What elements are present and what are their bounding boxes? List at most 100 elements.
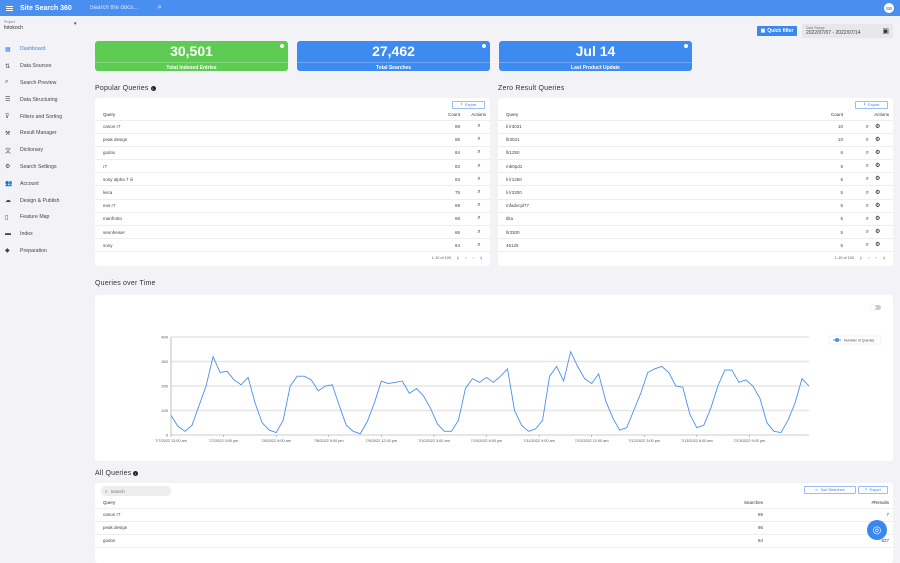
search-icon[interactable]: ⌕: [866, 242, 869, 248]
gear-icon[interactable]: ⚙: [875, 137, 880, 143]
gear-icon[interactable]: ⚙: [875, 190, 880, 196]
table-row[interactable]: canon r7 89 ⌕: [95, 120, 490, 134]
search-icon[interactable]: ⌕: [866, 124, 869, 130]
sidebar-item-index[interactable]: ▬ Index: [0, 226, 88, 243]
count-cell: 84: [420, 146, 460, 161]
first-page-icon[interactable]: |‹: [457, 256, 459, 260]
search-icon[interactable]: ⌕: [158, 4, 162, 12]
search-icon[interactable]: ⌕: [477, 229, 480, 235]
sidebar-item-feature-map[interactable]: ▯ Feature Map: [0, 209, 88, 226]
all-queries-search-input[interactable]: ⌕ Search: [101, 486, 171, 496]
table-row[interactable]: leica 75 ⌕: [95, 185, 490, 200]
search-icon[interactable]: ⌕: [477, 176, 480, 182]
gear-icon[interactable]: ⚙: [875, 242, 880, 248]
table-row[interactable]: llr3031 10 ⌕ ⚙: [498, 133, 893, 147]
last-page-icon[interactable]: ›|: [883, 256, 885, 260]
sidebar-item-search-preview[interactable]: ⌕ Search Preview: [0, 75, 88, 92]
project-select[interactable]: fotokoch: [4, 25, 23, 31]
query-cell: li lr3031: [498, 120, 783, 134]
search-icon[interactable]: ⌕: [477, 123, 480, 129]
table-row[interactable]: li lr3300 5 ⌕ ⚙: [498, 185, 893, 200]
sidebar-item-data-sources[interactable]: ⇅ Data Sources: [0, 58, 88, 75]
sidebar-item-search-settings[interactable]: ⚙ Search Settings: [0, 159, 88, 176]
table-row[interactable]: sennheiser 66 ⌕: [95, 225, 490, 240]
docs-search-input[interactable]: Search the docs...: [90, 5, 158, 11]
search-icon: ⌕: [5, 79, 9, 86]
quick-filter-button[interactable]: ▣ Quick filter: [757, 26, 797, 36]
table-row[interactable]: mfadvcpl77 5 ⌕ ⚙: [498, 199, 893, 213]
gear-icon[interactable]: ⚙: [875, 150, 880, 156]
export-button[interactable]: ⭳ Export: [858, 486, 888, 494]
table-row[interactable]: godox 84 ⌕: [95, 146, 490, 161]
sidebar-item-preparation[interactable]: ◆ Preparation: [0, 243, 88, 260]
table-row[interactable]: peak design 86 ⌕: [95, 133, 490, 147]
search-icon[interactable]: ⌕: [866, 216, 869, 222]
date-range-field[interactable]: Date Range 2022/07/07 - 2022/07/14 ▣: [802, 24, 893, 38]
table-row[interactable]: sony 64 ⌕: [95, 238, 490, 253]
menu-icon[interactable]: [6, 5, 13, 11]
count-cell: 66: [420, 225, 460, 240]
search-icon[interactable]: ⌕: [866, 137, 869, 143]
first-page-icon[interactable]: |‹: [860, 256, 862, 260]
table-row[interactable]: sony alpha 7 iii 83 ⌕: [95, 172, 490, 187]
search-icon[interactable]: ⌕: [477, 202, 480, 208]
gear-icon[interactable]: ⚙: [875, 229, 880, 235]
info-icon[interactable]: i: [150, 85, 156, 91]
export-button[interactable]: ⭳ Export: [855, 101, 888, 109]
info-icon[interactable]: i: [133, 470, 139, 476]
table-row[interactable]: li lr1250 6 ⌕ ⚙: [498, 172, 893, 187]
search-icon[interactable]: ⌕: [477, 215, 480, 221]
search-icon[interactable]: ⌕: [866, 176, 869, 182]
table-row[interactable]: peak design 86: [95, 521, 893, 535]
gear-icon[interactable]: ⚙: [875, 216, 880, 222]
gear-icon[interactable]: ⚙: [875, 203, 880, 209]
sidebar-item-dashboard[interactable]: ▦ Dashboard: [0, 41, 88, 58]
search-icon[interactable]: ⌕: [477, 149, 480, 155]
avatar[interactable]: SB: [884, 3, 894, 13]
export-button[interactable]: ⭳ Export: [452, 101, 485, 109]
sidebar-item-filters-and-sorting[interactable]: ⊽ Filters and Sorting: [0, 108, 88, 125]
chevron-down-icon[interactable]: ▾: [74, 21, 77, 27]
sidebar-item-dictionary[interactable]: 文 Dictionary: [0, 142, 88, 159]
sidebar-item-data-structuring[interactable]: ☰ Data Structuring: [0, 91, 88, 108]
next-page-icon[interactable]: ›: [472, 256, 473, 260]
sort-searches-button[interactable]: ≡ Sort Searches: [804, 486, 856, 494]
gear-icon[interactable]: ⚙: [875, 176, 880, 182]
search-icon[interactable]: ⌕: [866, 203, 869, 209]
search-icon[interactable]: ⌕: [477, 136, 480, 142]
table-row[interactable]: eos r7 69 ⌕: [95, 199, 490, 213]
search-icon[interactable]: ⌕: [477, 189, 480, 195]
info-icon[interactable]: [684, 44, 688, 48]
y-tick-label: 400: [161, 335, 168, 340]
info-icon[interactable]: [482, 44, 486, 48]
table-row[interactable]: mb0pd1 6 ⌕ ⚙: [498, 159, 893, 174]
next-page-icon[interactable]: ›: [875, 256, 876, 260]
last-page-icon[interactable]: ›|: [480, 256, 482, 260]
table-row[interactable]: godox 84 827: [95, 534, 893, 549]
search-icon[interactable]: ⌕: [866, 229, 869, 235]
search-icon[interactable]: ⌕: [866, 150, 869, 156]
search-icon[interactable]: ⌕: [477, 242, 480, 248]
table-row[interactable]: li lr3031 10 ⌕ ⚙: [498, 120, 893, 134]
sidebar-item-result-manager[interactable]: ⚒ Result Manager: [0, 125, 88, 142]
sidebar-item-design-publish[interactable]: ☁ Design & Publish: [0, 192, 88, 209]
prev-page-icon[interactable]: ‹: [868, 256, 869, 260]
table-row[interactable]: tilta 5 ⌕ ⚙: [498, 212, 893, 227]
info-icon[interactable]: [280, 44, 284, 48]
calendar-icon[interactable]: ▣: [882, 27, 889, 35]
table-row[interactable]: 45125 5 ⌕ ⚙: [498, 238, 893, 253]
search-icon[interactable]: ⌕: [477, 163, 480, 169]
table-row[interactable]: llr1250 6 ⌕ ⚙: [498, 146, 893, 161]
table-row[interactable]: llr3300 5 ⌕ ⚙: [498, 225, 893, 240]
gear-icon[interactable]: ⚙: [875, 124, 880, 130]
count-cell: 5: [783, 199, 843, 213]
chat-support-button[interactable]: ◎: [867, 520, 887, 540]
table-row[interactable]: manfrotto 68 ⌕: [95, 212, 490, 227]
table-row[interactable]: canon r7 89 7: [95, 508, 893, 522]
search-icon[interactable]: ⌕: [866, 190, 869, 196]
sidebar-item-account[interactable]: 👥 Account: [0, 175, 88, 192]
prev-page-icon[interactable]: ‹: [465, 256, 466, 260]
gear-icon[interactable]: ⚙: [875, 163, 880, 169]
search-icon[interactable]: ⌕: [866, 163, 869, 169]
table-row[interactable]: r7 83 ⌕: [95, 159, 490, 174]
